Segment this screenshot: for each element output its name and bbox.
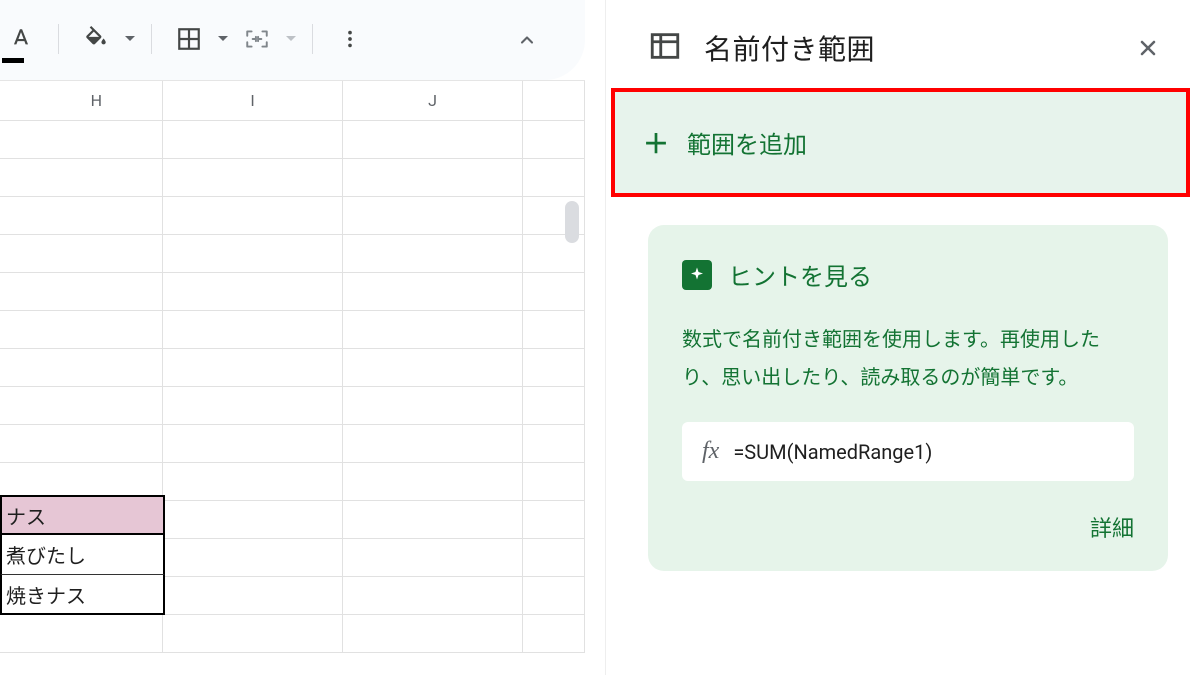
hint-card: ヒントを見る 数式で名前付き範囲を使用します。再使用したり、思い出したり、読み取… <box>648 225 1168 571</box>
column-header[interactable]: J <box>343 81 523 121</box>
merge-cells-icon[interactable] <box>236 18 278 60</box>
toolbar-separator <box>58 24 59 54</box>
close-icon[interactable] <box>1128 28 1168 68</box>
hint-header: ヒントを見る <box>682 257 1134 292</box>
table-row[interactable]: 焼きナス <box>0 575 165 615</box>
formula-example: fx =SUM(NamedRange1) <box>682 422 1134 481</box>
hint-title: ヒントを見る <box>728 257 872 292</box>
hint-body: 数式で名前付き範囲を使用します。再使用したり、思い出したり、読み取るのが簡単です… <box>682 320 1134 396</box>
plus-icon: ＋ <box>643 124 669 161</box>
toolbar-separator <box>312 24 313 54</box>
spreadsheet-grid[interactable]: H I J ナス 煮びたし 焼きナス <box>0 80 585 675</box>
scrollbar-thumb[interactable] <box>565 201 579 243</box>
more-options-icon[interactable] <box>329 18 371 60</box>
toolbar <box>0 18 371 60</box>
toolbar-separator <box>151 24 152 54</box>
toolbar-container <box>0 0 585 80</box>
add-range-button[interactable]: ＋ 範囲を追加 <box>611 88 1190 197</box>
dropdown-arrow-icon[interactable] <box>218 34 228 44</box>
text-color-icon[interactable] <box>0 18 42 60</box>
dropdown-arrow-icon[interactable] <box>286 34 296 44</box>
fx-icon: fx <box>702 438 719 465</box>
table-header-cell[interactable]: ナス <box>0 495 165 535</box>
panel-title: 名前付き範囲 <box>704 28 1106 68</box>
table-icon <box>648 29 682 67</box>
fill-color-icon[interactable] <box>75 18 117 60</box>
table-row[interactable]: 煮びたし <box>0 535 165 575</box>
sparkle-icon <box>682 260 712 290</box>
borders-icon[interactable] <box>168 18 210 60</box>
named-ranges-panel: 名前付き範囲 ＋ 範囲を追加 ヒントを見る 数式で名前付き範囲を使用します。再使… <box>605 0 1200 675</box>
add-range-label: 範囲を追加 <box>687 125 807 160</box>
column-header[interactable]: I <box>163 81 343 121</box>
column-header[interactable]: H <box>0 81 163 121</box>
dropdown-arrow-icon[interactable] <box>125 34 135 44</box>
column-headers: H I J <box>0 81 585 121</box>
partial-data-table: ナス 煮びたし 焼きナス <box>0 495 165 615</box>
column-header[interactable] <box>523 81 585 121</box>
formula-text: =SUM(NamedRange1) <box>733 440 932 464</box>
collapse-toolbar-icon[interactable] <box>509 22 545 58</box>
details-link[interactable]: 詳細 <box>1090 511 1134 543</box>
hint-footer: 詳細 <box>682 511 1134 543</box>
panel-header: 名前付き範囲 <box>606 0 1200 88</box>
